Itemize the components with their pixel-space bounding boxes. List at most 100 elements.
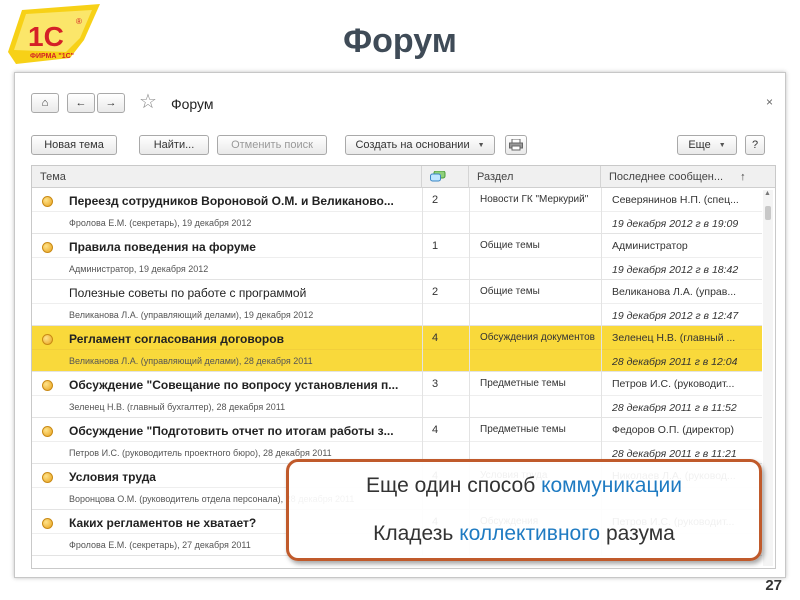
unread-marker-icon [42, 426, 53, 437]
last-message-author: Северянинов Н.П. (спец... [612, 194, 739, 206]
column-divider [601, 234, 602, 279]
toolbar: Новая тема Найти... Отменить поиск Созда… [31, 135, 775, 157]
unread-marker-icon [42, 380, 53, 391]
star-icon[interactable]: ☆ [139, 92, 157, 112]
chevron-down-icon: ▼ [477, 141, 485, 149]
topic-author: Зеленец Н.В. (главный бухгалтер), 28 дек… [69, 402, 286, 412]
table-row[interactable]: Правила поведения на форуме Администратор… [32, 234, 762, 280]
close-icon[interactable]: × [766, 95, 773, 109]
column-divider [601, 372, 602, 417]
row-divider [32, 395, 762, 396]
column-divider [601, 418, 602, 463]
column-divider [469, 188, 470, 233]
callout-line-1: Еще один способ коммуникации [289, 474, 759, 498]
column-last-message[interactable]: Последнее сообщен... ↑ [601, 166, 761, 188]
callout-line-2-prefix: Кладезь [373, 522, 460, 545]
create-based-on-button[interactable]: Создать на основании ▼ [345, 135, 495, 155]
home-button[interactable]: ⌂ [31, 93, 59, 113]
window-title: Форум [171, 96, 214, 112]
message-count: 3 [432, 378, 439, 390]
nav-buttons: ⌂ ← → [31, 93, 127, 113]
row-divider [32, 349, 762, 350]
callout-line-2-suffix: разума [600, 522, 675, 545]
row-divider [32, 441, 762, 442]
unread-marker-icon [42, 242, 53, 253]
chevron-down-icon: ▼ [718, 141, 726, 149]
topic-title: Регламент согласования договоров [69, 332, 284, 346]
vertical-scrollbar[interactable]: ▲ [763, 190, 773, 566]
column-messages[interactable] [422, 166, 469, 188]
last-message-date: 19 декабря 2012 г в 12:47 [612, 310, 739, 322]
column-divider [601, 326, 602, 371]
message-count: 4 [432, 424, 439, 436]
table-row[interactable]: Регламент согласования договоров Великано… [32, 326, 762, 372]
scroll-up-icon[interactable]: ▲ [764, 190, 771, 197]
column-section[interactable]: Раздел [469, 166, 601, 188]
window-header: ⌂ ← → ☆ Форум × [15, 73, 785, 119]
arrow-left-icon: ← [75, 97, 87, 109]
last-message-author: Администратор [612, 240, 688, 252]
topic-author: Великанова Л.А. (управляющий делами), 28… [69, 356, 313, 366]
column-last-message-label: Последнее сообщен... [609, 171, 724, 183]
topic-title: Полезные советы по работе с программой [69, 286, 307, 300]
row-divider [32, 211, 762, 212]
scrollbar-thumb[interactable] [765, 206, 771, 220]
column-divider [469, 326, 470, 371]
column-divider [469, 372, 470, 417]
help-button[interactable]: ? [745, 135, 765, 155]
print-button[interactable] [505, 135, 527, 155]
last-message-author: Зеленец Н.В. (главный ... [612, 332, 736, 344]
unread-marker-icon [42, 196, 53, 207]
callout-box: Еще один способ коммуникации Кладезь кол… [286, 459, 762, 561]
topic-section: Общие темы [480, 240, 540, 251]
printer-icon [509, 139, 523, 151]
column-divider [469, 234, 470, 279]
topic-title: Обсуждение "Совещание по вопросу установ… [69, 378, 399, 392]
home-icon: ⌂ [41, 97, 49, 109]
last-message-date: 19 декабря 2012 г в 18:42 [612, 264, 739, 276]
last-message-date: 28 декабря 2011 г в 11:52 [612, 402, 737, 414]
last-message-author: Федоров О.П. (директор) [612, 424, 734, 436]
topic-author: Великанова Л.А. (управляющий делами), 19… [69, 310, 314, 320]
callout-line-2: Кладезь коллективного разума [289, 522, 759, 546]
topic-section: Общие темы [480, 286, 540, 297]
page-number: 27 [765, 577, 782, 594]
slide-title: Форум [343, 22, 457, 60]
message-count: 1 [432, 240, 439, 252]
find-button[interactable]: Найти... [139, 135, 209, 155]
last-message-date: 19 декабря 2012 г в 19:09 [612, 218, 739, 230]
column-topic[interactable]: Тема [32, 166, 422, 188]
topic-author: Петров И.С. (руководитель проектного бюр… [69, 448, 332, 458]
arrow-right-icon: → [105, 97, 117, 109]
topic-author: Фролова Е.М. (секретарь), 19 декабря 201… [69, 218, 252, 228]
column-divider [601, 280, 602, 325]
topic-title: Обсуждение "Подготовить отчет по итогам … [69, 424, 394, 438]
message-count: 4 [432, 332, 439, 344]
table-row[interactable]: Обсуждение "Подготовить отчет по итогам … [32, 418, 762, 464]
messages-icon [430, 170, 446, 182]
topic-section: Предметные темы [480, 424, 566, 435]
row-divider [32, 257, 762, 258]
topic-section: Обсуждения документов [480, 332, 595, 343]
topic-title: Правила поведения на форуме [69, 240, 256, 254]
topic-section: Предметные темы [480, 378, 566, 389]
unread-marker-icon [42, 518, 53, 529]
new-topic-button[interactable]: Новая тема [31, 135, 117, 155]
message-count: 2 [432, 286, 439, 298]
back-button[interactable]: ← [67, 93, 95, 113]
callout-line-2-highlight: коллективного [459, 522, 601, 545]
forward-button[interactable]: → [97, 93, 125, 113]
table-row[interactable]: Переезд сотрудников Вороновой О.М. и Вел… [32, 188, 762, 234]
table-row[interactable]: Обсуждение "Совещание по вопросу установ… [32, 372, 762, 418]
more-button[interactable]: Еще ▼ [677, 135, 737, 155]
callout-line-1-highlight: коммуникации [541, 474, 682, 497]
unread-marker-icon [42, 472, 53, 483]
last-message-date: 28 декабря 2011 г в 12:04 [612, 356, 738, 368]
message-count: 2 [432, 194, 439, 206]
last-message-author: Великанова Л.А. (управ... [612, 286, 737, 298]
row-divider [32, 303, 762, 304]
cancel-search-button[interactable]: Отменить поиск [217, 135, 327, 155]
last-message-author: Петров И.С. (руководит... [612, 378, 735, 390]
more-label: Еще [688, 139, 711, 151]
table-row[interactable]: Полезные советы по работе с программой Ве… [32, 280, 762, 326]
